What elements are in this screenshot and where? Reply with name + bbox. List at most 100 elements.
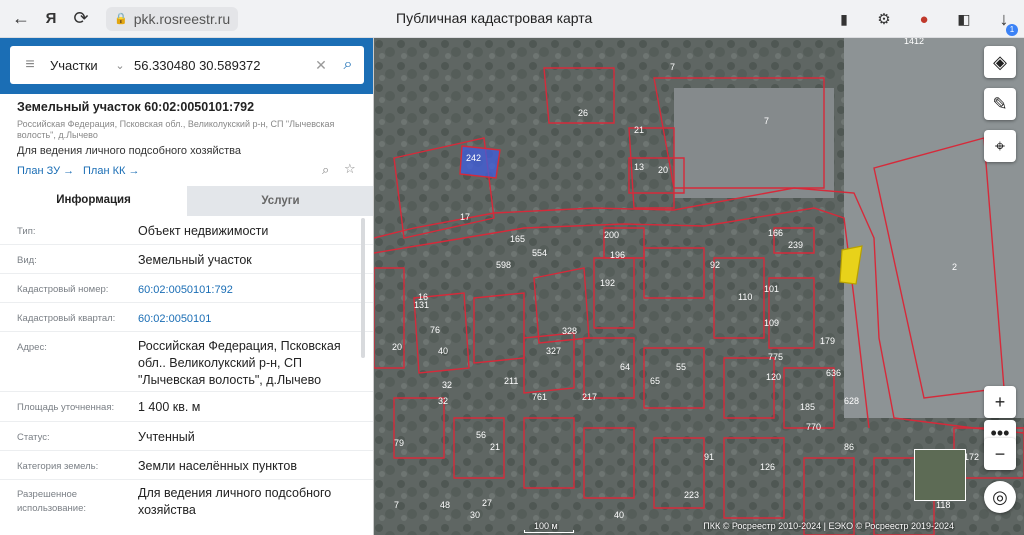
settings-icon[interactable]: ⚙ (864, 4, 904, 34)
svg-text:65: 65 (650, 376, 660, 386)
search-row: ≡ Участки ⌄ 56.330480 30.589372 ✕ ⌕ (0, 38, 373, 94)
search-box: ≡ Участки ⌄ 56.330480 30.589372 ✕ ⌕ (10, 46, 364, 84)
clear-icon[interactable]: ✕ (310, 57, 332, 74)
minus-icon: − (994, 443, 1006, 464)
svg-text:21: 21 (490, 442, 500, 452)
svg-text:196: 196 (610, 250, 625, 260)
scale-label: 100 м (534, 521, 558, 531)
page-title: Публичная кадастровая карта (396, 10, 593, 26)
svg-text:554: 554 (532, 248, 547, 258)
info-row-status: Статус: Учтенный (0, 422, 373, 451)
svg-text:56: 56 (476, 430, 486, 440)
ruler-button[interactable]: ✎ (984, 88, 1016, 120)
info-panel: ≡ Участки ⌄ 56.330480 30.589372 ✕ ⌕ ‹ Зе… (0, 38, 374, 535)
info-label: Тип: (17, 226, 36, 237)
reload-icon[interactable]: ⟳ (66, 4, 96, 34)
cadastral-quarter-link[interactable]: 60:02:0050101 (138, 311, 353, 328)
bookmark-icon[interactable]: ▮ (824, 4, 864, 34)
info-row-cadastral-number: Кадастровый номер: 60:02:0050101:792 (0, 274, 373, 303)
address-bar[interactable]: 🔒 pkk.rosreestr.ru (106, 6, 239, 31)
svg-text:7: 7 (670, 62, 675, 72)
svg-text:120: 120 (766, 372, 781, 382)
plan-zu-link[interactable]: План ЗУ → (17, 165, 74, 177)
svg-text:165: 165 (510, 234, 525, 244)
svg-text:598: 598 (496, 260, 511, 270)
info-label: Кадастровый квартал: (17, 313, 116, 324)
tab-services[interactable]: Услуги (187, 186, 373, 216)
minimap[interactable] (914, 449, 966, 501)
svg-text:126: 126 (760, 462, 775, 472)
parcel-title: Земельный участок 60:02:0050101:792 (17, 100, 255, 114)
browser-actions: ▮ ⚙ ● ◧ ↓ 1 (824, 0, 1024, 38)
star-icon[interactable]: ☆ (344, 161, 356, 177)
svg-text:91: 91 (704, 452, 714, 462)
info-value: 1 400 кв. м (138, 400, 201, 414)
svg-text:192: 192 (600, 278, 615, 288)
svg-text:32: 32 (442, 380, 452, 390)
cadastral-number-link[interactable]: 60:02:0050101:792 (138, 282, 353, 299)
svg-text:86: 86 (844, 442, 854, 452)
lock-icon: 🔒 (114, 13, 128, 25)
plan-kk-link[interactable]: План КК → (83, 165, 139, 177)
industrial-area (674, 88, 834, 198)
svg-text:20: 20 (392, 342, 402, 352)
svg-text:17: 17 (460, 212, 470, 222)
locate-button[interactable]: ⌖ (984, 130, 1016, 162)
svg-text:172: 172 (964, 452, 979, 462)
svg-text:770: 770 (806, 422, 821, 432)
svg-text:7: 7 (764, 116, 769, 126)
app-window: ← Я ⟳ 🔒 pkk.rosreestr.ru Публичная кадас… (0, 0, 1024, 535)
zoom-in-button[interactable]: + (984, 386, 1016, 418)
svg-text:40: 40 (438, 346, 448, 356)
svg-text:239: 239 (788, 240, 803, 250)
search-document-icon[interactable]: ⌕ (322, 162, 329, 178)
svg-text:92: 92 (710, 260, 720, 270)
svg-text:7: 7 (394, 500, 399, 510)
info-value: Земельный участок (138, 253, 252, 267)
map-view[interactable]: 1412 7 26 7 21 242 13 20 17 165 200 239 … (374, 38, 1024, 535)
info-label: Статус: (17, 432, 50, 443)
copyright-text: ПКК © Росреестр 2010-2024 | ЕЭКО © Росре… (703, 521, 954, 531)
svg-text:26: 26 (578, 108, 588, 118)
svg-text:118: 118 (936, 500, 950, 510)
svg-text:27: 27 (482, 498, 492, 508)
info-label: Вид: (17, 255, 37, 266)
svg-text:636: 636 (826, 368, 841, 378)
svg-text:101: 101 (764, 284, 779, 294)
compass-button[interactable]: ◎ (984, 481, 1016, 513)
search-icon[interactable]: ⌕ (332, 56, 364, 74)
ruler-icon: ✎ (992, 93, 1008, 114)
yandex-logo-icon[interactable]: Я (36, 4, 66, 34)
zoom-out-button[interactable]: − (984, 438, 1016, 470)
info-value: Для ведения личного подсобного хозяйства (138, 486, 332, 517)
back-icon[interactable]: ← (6, 4, 36, 34)
search-input[interactable]: 56.330480 30.589372 (130, 58, 310, 73)
layers-button[interactable]: ◈ (984, 46, 1016, 78)
info-row-cadastral-quarter: Кадастровый квартал: 60:02:0050101 (0, 303, 373, 332)
info-label: Разрешенное использование: (17, 489, 87, 514)
svg-text:76: 76 (430, 325, 440, 335)
svg-text:40: 40 (614, 510, 624, 520)
svg-text:223: 223 (684, 490, 699, 500)
info-row-permitted-use: Разрешенное использование: Для ведения л… (0, 480, 373, 530)
svg-text:179: 179 (820, 336, 835, 346)
extensions-icon[interactable]: ◧ (944, 4, 984, 34)
layers-icon: ◈ (993, 51, 1007, 72)
svg-text:2: 2 (952, 262, 957, 272)
tab-info[interactable]: Информация (0, 186, 187, 216)
info-row-area: Площадь уточненная: 1 400 кв. м (0, 392, 373, 422)
download-icon[interactable]: ↓ 1 (984, 4, 1024, 36)
info-value: Российская Федерация, Псковская обл.. Ве… (138, 339, 341, 387)
svg-text:21: 21 (634, 125, 644, 135)
crosshair-icon: ⌖ (994, 135, 1006, 156)
info-value: Учтенный (138, 430, 195, 444)
panel-scrollbar[interactable] (361, 218, 365, 358)
collapse-panel-button[interactable]: ‹ (373, 50, 374, 80)
browser-toolbar: ← Я ⟳ 🔒 pkk.rosreestr.ru Публичная кадас… (0, 0, 1024, 38)
svg-text:109: 109 (764, 318, 779, 328)
svg-text:185: 185 (800, 402, 815, 412)
avatar-icon[interactable]: ● (904, 4, 944, 34)
menu-icon[interactable]: ≡ (10, 56, 50, 74)
chevron-down-icon[interactable]: ⌄ (110, 59, 130, 72)
category-select[interactable]: Участки (50, 58, 110, 73)
